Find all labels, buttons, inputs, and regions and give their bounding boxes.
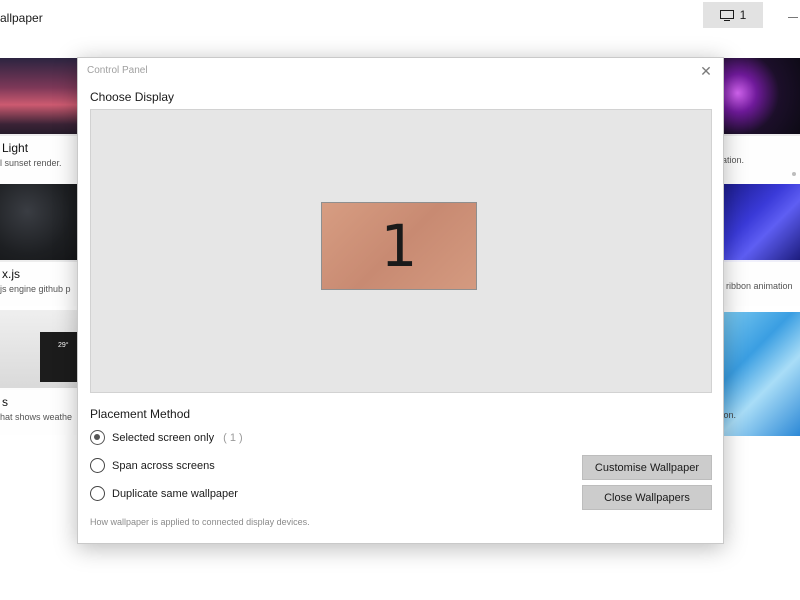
wallpaper-thumbnail [0,184,78,262]
card-info: Light l sunset render. [0,134,78,180]
weather-temp: 29° [58,342,69,349]
weather-widget-preview: 29° [40,332,78,382]
wallpaper-card[interactable]: nulation. [722,58,800,180]
control-panel-dialog: Control Panel ✕ Choose Display 1 Placeme… [77,57,724,544]
display-button-label: 1 [739,8,747,22]
radio-button[interactable] [90,458,105,473]
card-description: ation. [722,410,737,420]
customise-wallpaper-button[interactable]: Customise Wallpaper [582,455,712,480]
wallpaper-thumbnail [0,58,78,136]
monitor-icon [719,9,734,21]
card-info: ribbon animation [722,260,800,306]
app-titlebar: allpaper 1 [0,0,800,36]
radio-span-screens[interactable]: Span across screens [90,458,215,473]
screen-tile[interactable]: 1 [321,202,477,290]
close-wallpapers-button[interactable]: Close Wallpapers [582,485,712,510]
card-info: s hat shows weathe [0,388,78,435]
wallpaper-thumbnail: 29° [0,310,78,390]
card-description: l sunset render. [0,158,62,168]
card-description: nulation. [722,155,745,165]
choose-display-label: Choose Display [90,90,175,104]
card-title: Light [2,141,29,155]
wallpaper-card[interactable]: ribbon animation [722,184,800,306]
placement-method-label: Placement Method [90,407,191,421]
display-select-button[interactable]: 1 [703,2,763,28]
radio-selected-screen[interactable]: Selected screen only ( 1 ) [90,430,243,445]
close-icon[interactable]: ✕ [698,63,714,79]
pager-dot [792,172,796,176]
card-description: ribbon animation [726,281,793,291]
radio-button[interactable] [90,486,105,501]
card-title: s [2,395,8,409]
radio-button[interactable] [90,430,105,445]
screen-number: 1 [380,212,418,280]
radio-duplicate-wallpaper[interactable]: Duplicate same wallpaper [90,486,238,501]
dialog-title: Control Panel [87,65,148,76]
card-info: nulation. [722,134,800,180]
wallpaper-card[interactable]: 29° s hat shows weathe [0,310,78,435]
app-title: allpaper [0,11,43,25]
radio-label: Duplicate same wallpaper [112,487,238,500]
card-title: x.js [2,267,20,281]
help-text: How wallpaper is applied to connected di… [90,517,310,527]
wallpaper-thumbnail [722,184,800,262]
card-info: x.js js engine github p [0,260,78,306]
wallpaper-card[interactable]: x.js js engine github p [0,184,78,306]
display-layout-area: 1 [90,109,712,393]
minimize-icon[interactable] [788,17,798,18]
radio-label: Span across screens [112,459,215,472]
wallpaper-thumbnail [722,58,800,136]
radio-label: Selected screen only [112,431,215,444]
wallpaper-card[interactable]: ation. [722,312,800,436]
card-description: js engine github p [0,284,71,294]
wallpaper-card[interactable]: Light l sunset render. [0,58,78,180]
card-description: hat shows weathe [0,412,73,422]
screen-ref: ( 1 ) [223,431,243,444]
